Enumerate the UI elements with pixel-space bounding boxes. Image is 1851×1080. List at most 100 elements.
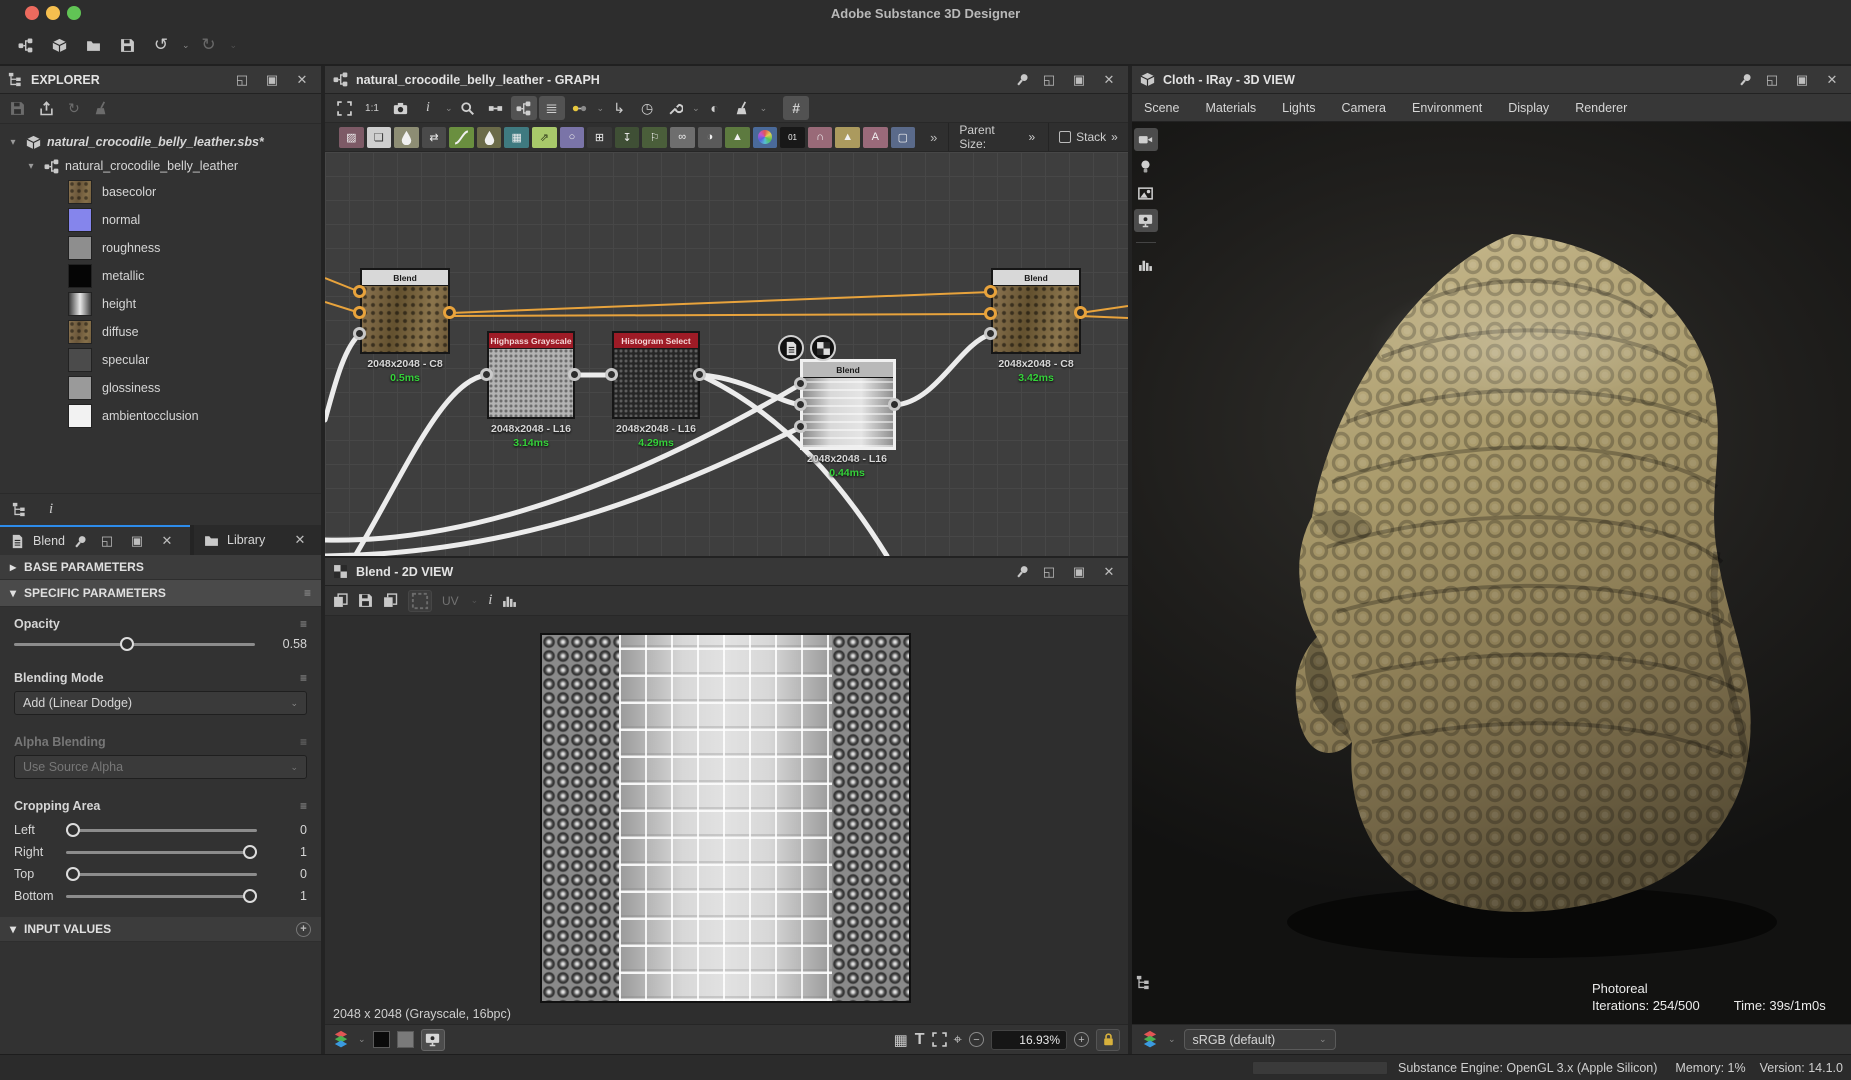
undo-button[interactable]: ↺ [146, 31, 176, 59]
snap-grid-button[interactable]: # [783, 96, 809, 120]
gradient-node-button[interactable]: ◑ [698, 127, 723, 148]
explorer-save-icon[interactable] [10, 101, 25, 116]
uv-mode-dropdown[interactable]: UV [442, 594, 459, 608]
grayscale-conversion-node-button[interactable]: 01 [780, 127, 805, 148]
render-stats-button[interactable] [1134, 253, 1158, 276]
view3d-maximize-icon[interactable]: ▣ [1791, 71, 1813, 89]
input-port[interactable] [984, 285, 997, 298]
output-row[interactable]: glossiness [0, 374, 321, 402]
tab-close-icon[interactable]: ✕ [156, 532, 178, 550]
fit-width-icon[interactable]: T [915, 1031, 925, 1049]
crop-right-slider[interactable] [66, 851, 257, 854]
input-port[interactable] [984, 307, 997, 320]
slider-handle[interactable] [66, 823, 80, 837]
output-port[interactable] [1074, 306, 1087, 319]
input-port[interactable] [984, 327, 997, 340]
new-substance-graph-button[interactable] [10, 31, 40, 59]
zoom-level-field[interactable]: 16.93% [991, 1030, 1067, 1050]
graph-canvas[interactable]: Blend 2048x2048 - C8 0.5ms Highpass Gray… [325, 152, 1128, 556]
collapse-caret-icon[interactable]: ▾ [24, 161, 38, 172]
curve-node-button[interactable] [449, 127, 474, 148]
save-all-button[interactable] [112, 31, 142, 59]
output-row[interactable]: ambientocclusion [0, 402, 321, 430]
view3d-viewport[interactable]: Photoreal Iterations: 254/500 Time: 39s/… [1132, 122, 1851, 1024]
param-options-icon[interactable]: ≡ [300, 617, 307, 631]
channels-icon[interactable] [333, 1030, 349, 1048]
palette-overflow-button[interactable]: » [930, 130, 937, 145]
stack-view-button[interactable]: ≣ [539, 96, 565, 120]
opacity-value[interactable]: 0.58 [265, 637, 307, 651]
view2d-maximize-icon[interactable]: ▣ [1068, 563, 1090, 581]
blending-mode-dropdown[interactable]: Add (Linear Dodge) ⌄ [14, 691, 307, 715]
input-port[interactable] [794, 420, 807, 433]
stack-control[interactable]: Stack » [1048, 123, 1128, 151]
colorspace-dropdown[interactable]: sRGB (default) ⌄ [1184, 1029, 1336, 1050]
switch-node-button[interactable]: ⇄ [422, 127, 447, 148]
elbow-connector-button[interactable]: ↳ [606, 96, 632, 120]
graph-maximize-icon[interactable]: ▣ [1068, 71, 1090, 89]
crop-top-slider[interactable] [66, 873, 257, 876]
menu-display[interactable]: Display [1508, 101, 1549, 115]
clean-graph-button[interactable] [730, 96, 756, 120]
tab-close-icon[interactable]: ✕ [289, 531, 311, 549]
input-port[interactable] [605, 368, 618, 381]
graph-undock-icon[interactable]: ◱ [1038, 71, 1060, 89]
input-port[interactable] [480, 368, 493, 381]
node-blend-2-selected[interactable]: Blend [801, 360, 895, 449]
output-port[interactable] [443, 306, 456, 319]
parent-size-expand-icon[interactable]: » [1028, 130, 1035, 144]
copy-image-icon[interactable] [383, 593, 398, 608]
safe-transform-node-button[interactable]: ⇗ [532, 127, 557, 148]
value-node-button[interactable]: ∞ [670, 127, 695, 148]
add-input-value-button[interactable]: + [296, 922, 311, 937]
histogram-node-button[interactable]: ▲ [725, 127, 750, 148]
tiling-grid-icon[interactable]: ▦ [894, 1031, 908, 1049]
input-port[interactable] [353, 285, 366, 298]
zoom-out-button[interactable]: − [969, 1032, 984, 1047]
search-button[interactable] [455, 96, 481, 120]
screenshot-button[interactable] [387, 96, 413, 120]
output-row[interactable]: specular [0, 346, 321, 374]
tab-undock-icon[interactable]: ◱ [96, 532, 118, 550]
save-image-icon[interactable] [358, 593, 373, 608]
actual-size-button[interactable]: 1:1 [359, 96, 385, 120]
undo-history-chevron-icon[interactable]: ⌄ [182, 40, 190, 51]
traffic-light-zoom[interactable] [67, 6, 81, 20]
channels-icon[interactable] [1142, 1030, 1158, 1048]
pin-icon[interactable] [1012, 561, 1033, 582]
opacity-slider[interactable] [14, 643, 255, 646]
stack-checkbox[interactable] [1059, 131, 1071, 143]
section-specific-parameters[interactable]: ▾ SPECIFIC PARAMETERS ≡ [0, 580, 321, 607]
stack-expand-icon[interactable]: » [1111, 130, 1118, 144]
param-options-icon[interactable]: ≡ [300, 799, 307, 813]
menu-materials[interactable]: Materials [1205, 101, 1256, 115]
hsl-node-button[interactable] [753, 127, 778, 148]
tab-library[interactable]: Library ✕ [194, 525, 321, 555]
tab-maximize-icon[interactable]: ▣ [126, 532, 148, 550]
redo-history-chevron-icon[interactable]: ⌄ [230, 40, 238, 51]
output-port[interactable] [888, 398, 901, 411]
tab-blend[interactable]: Blend ◱ ▣ ✕ [0, 525, 190, 555]
input-port[interactable] [353, 306, 366, 319]
collapse-caret-icon[interactable]: ▾ [6, 137, 20, 148]
pan-icon[interactable]: ⌖ [954, 1031, 962, 1048]
background-black-swatch[interactable] [373, 1031, 390, 1048]
spline-node-button[interactable]: ∩ [808, 127, 833, 148]
distance-node-button[interactable]: ▲ [835, 127, 860, 148]
display-settings-button[interactable] [1134, 209, 1158, 232]
graph-row[interactable]: ▾ natural_crocodile_belly_leather [0, 154, 321, 178]
menu-environment[interactable]: Environment [1412, 101, 1482, 115]
pin-icon[interactable] [70, 530, 91, 551]
output-port[interactable] [568, 368, 581, 381]
explorer-clean-icon[interactable] [94, 101, 109, 116]
fit-view-button[interactable] [331, 96, 357, 120]
tools-button[interactable] [662, 96, 688, 120]
bitmap-node-button[interactable]: ▨ [339, 127, 364, 148]
svg-node-button[interactable]: ❏ [367, 127, 392, 148]
package-row[interactable]: ▾ natural_crocodile_belly_leather.sbs* [0, 130, 321, 154]
view2d-close-icon[interactable]: ✕ [1098, 563, 1120, 581]
output-row[interactable]: diffuse [0, 318, 321, 346]
crop-bottom-slider[interactable] [66, 895, 257, 898]
output-port[interactable] [693, 368, 706, 381]
texture-preview-image[interactable] [540, 633, 911, 1003]
